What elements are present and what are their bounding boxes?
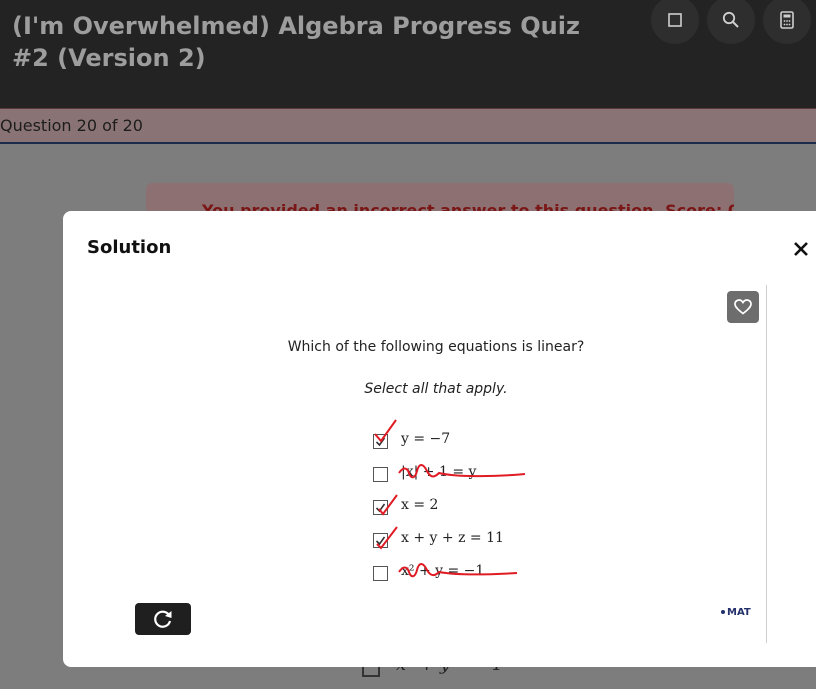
brand-logo: MAT [721,607,751,618]
refresh-icon [154,610,172,628]
top-bar: (I'm Overwhelmed) Algebra Progress Quiz … [0,0,816,108]
retry-button[interactable] [135,603,191,635]
red-check-mark [374,419,397,443]
calculator-button[interactable] [763,0,811,44]
square-icon [668,13,682,27]
red-check-mark [378,494,398,516]
question-progress: Question 20 of 20 [0,116,143,135]
question-progress-bar: Question 20 of 20 [0,108,816,144]
annotation-marks [374,419,526,578]
quiz-title: (I'm Overwhelmed) Algebra Progress Quiz … [12,12,580,72]
brand-dot [721,610,725,614]
red-check-mark [376,526,398,550]
search-button[interactable] [707,0,755,44]
solution-modal: Solution Which of the following equation… [63,211,816,667]
search-icon [722,11,739,28]
calculator-icon [780,11,794,29]
red-scribble [398,464,526,479]
square-button[interactable] [651,0,699,44]
red-scribble [398,563,518,578]
brand-text: MAT [727,607,751,618]
